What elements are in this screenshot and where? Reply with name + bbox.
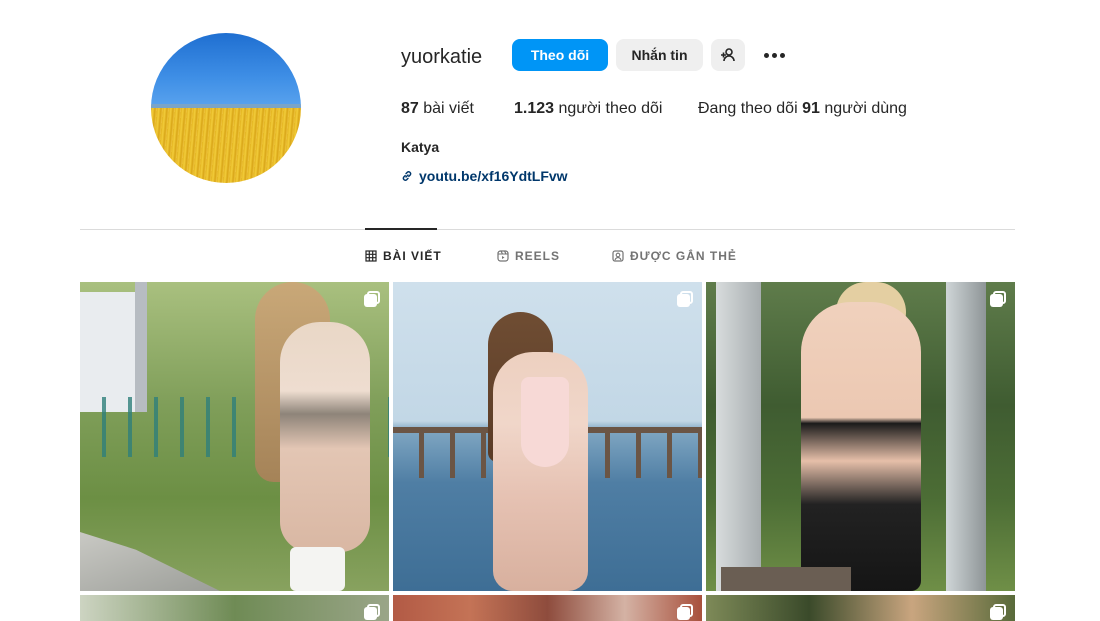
grid-post-4[interactable] (80, 595, 389, 621)
more-options-button[interactable] (759, 43, 789, 67)
active-tab-indicator (365, 228, 437, 230)
photo-pole (135, 282, 147, 412)
photo-figure (801, 302, 921, 591)
reels-icon (497, 250, 509, 262)
carousel-icon (364, 291, 380, 307)
photo-figure (280, 322, 370, 552)
more-horizontal-icon (763, 52, 769, 58)
follow-button[interactable]: Theo dõi (512, 39, 608, 71)
grid-post-6[interactable] (706, 595, 1015, 621)
tab-tagged[interactable]: ĐƯỢC GẮN THẺ (612, 249, 737, 263)
followers-label: người theo dõi (558, 100, 663, 117)
grid-post-1[interactable] (80, 282, 389, 591)
tab-posts-label: BÀI VIẾT (383, 249, 442, 263)
following-stat[interactable]: Đang theo dõi 91 người dùng (698, 100, 907, 118)
posts-label: bài viết (423, 100, 474, 117)
message-button[interactable]: Nhắn tin (616, 39, 703, 71)
grid-post-5[interactable] (393, 595, 702, 621)
profile-username: yuorkatie (401, 46, 483, 68)
person-add-icon (721, 48, 735, 62)
profile-link[interactable]: youtu.be/xf16YdtLFvw (401, 168, 568, 184)
carousel-icon (677, 291, 693, 307)
following-prefix: Đang theo dõi (698, 100, 798, 117)
avatar-sky (151, 33, 301, 108)
following-suffix: người dùng (824, 100, 907, 117)
more-horizontal-icon (771, 52, 777, 58)
profile-avatar[interactable] (151, 33, 301, 183)
tab-reels[interactable]: REELS (497, 249, 560, 263)
followers-count: 1.123 (514, 100, 555, 117)
photo-birch-trunk (716, 282, 761, 591)
tabs-divider (80, 229, 1015, 230)
photo-boots (290, 547, 345, 591)
photo-birch-trunk (946, 282, 986, 591)
carousel-icon (364, 604, 380, 620)
link-icon (402, 171, 412, 181)
grid-post-2[interactable] (393, 282, 702, 591)
carousel-icon (677, 604, 693, 620)
add-user-button[interactable] (711, 39, 745, 71)
profile-link-text: youtu.be/xf16YdtLFvw (419, 168, 568, 184)
following-count: 91 (802, 100, 820, 117)
profile-full-name: Katya (401, 139, 440, 155)
tab-posts[interactable]: BÀI VIẾT (365, 249, 442, 263)
grid-icon (365, 250, 377, 262)
avatar-wheat-field (151, 108, 301, 183)
tab-reels-label: REELS (515, 249, 561, 263)
carousel-icon (990, 604, 1006, 620)
photo-building (80, 292, 140, 412)
tab-tagged-label: ĐƯỢC GẮN THẺ (630, 249, 737, 263)
carousel-icon (990, 291, 1006, 307)
posts-count: 87 (401, 100, 419, 117)
followers-stat[interactable]: 1.123 người theo dõi (514, 100, 662, 118)
photo-path (80, 532, 220, 591)
photo-log (721, 567, 851, 591)
grid-post-3[interactable] (706, 282, 1015, 591)
more-horizontal-icon (779, 52, 785, 58)
tagged-icon (612, 250, 624, 262)
photo-swimsuit (521, 377, 569, 467)
posts-count-stat: 87 bài viết (401, 100, 474, 118)
